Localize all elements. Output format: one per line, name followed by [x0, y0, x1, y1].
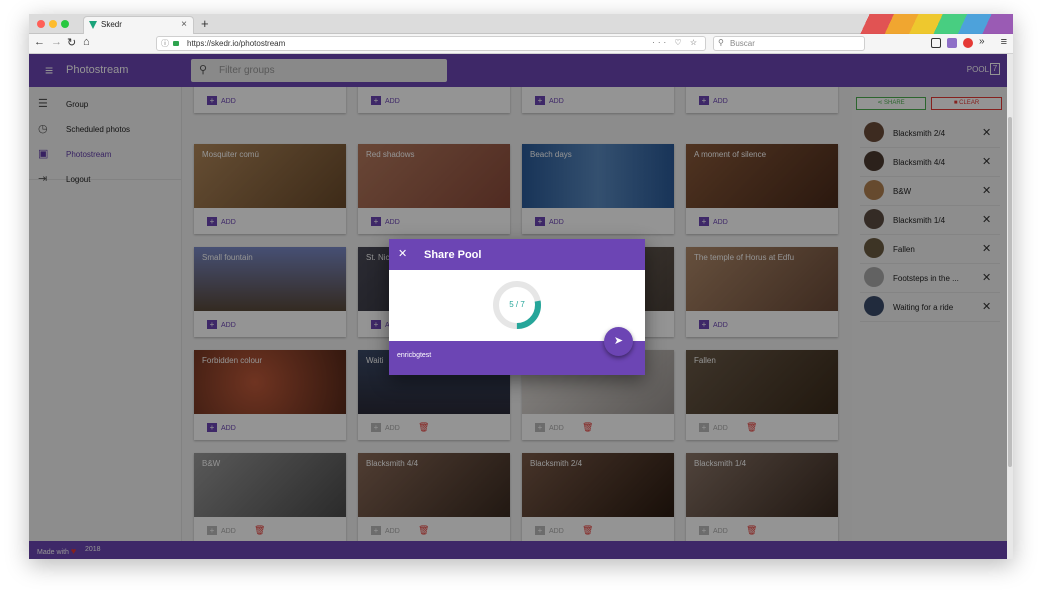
search-icon: ⚲ [718, 38, 724, 47]
extension-icon[interactable] [931, 38, 941, 48]
send-icon: ➤ [613, 335, 624, 347]
scrollbar-thumb[interactable] [1008, 117, 1012, 467]
browser-window: Skedr × + ← → ↻ ⌂ ⓘ https://skedr.io/pho… [29, 14, 1013, 559]
page-scrollbar[interactable] [1007, 54, 1013, 559]
username: enricbgtest [397, 352, 432, 359]
browser-toolbar: ← → ↻ ⌂ ⓘ https://skedr.io/photostream ·… [29, 34, 1013, 54]
page-actions-icon[interactable]: ··· ♡ ☆ [652, 38, 700, 47]
send-button[interactable]: ➤ [604, 327, 633, 356]
adblock-icon[interactable] [963, 38, 973, 48]
maximize-window-button[interactable] [61, 20, 69, 28]
new-tab-button[interactable]: + [201, 16, 209, 31]
addon-icon[interactable] [947, 38, 957, 48]
home-icon[interactable]: ⌂ [83, 36, 90, 48]
address-bar[interactable]: ⓘ https://skedr.io/photostream ··· ♡ ☆ [156, 36, 706, 51]
skedr-favicon-icon [89, 21, 97, 29]
close-window-button[interactable] [37, 20, 45, 28]
dialog-body: 5 / 7 [389, 270, 645, 341]
lock-icon [173, 41, 179, 46]
tab-bar: Skedr × + [29, 14, 1013, 64]
browser-tab[interactable]: Skedr × [83, 16, 194, 34]
forward-arrow-icon[interactable]: → [51, 36, 62, 48]
info-icon[interactable]: ⓘ [161, 38, 169, 49]
share-pool-dialog: ✕ Share Pool 5 / 7 enricbgtest ➤ [389, 239, 645, 375]
tab-title: Skedr [101, 20, 122, 29]
browser-search-field[interactable]: ⚲ Buscar [713, 36, 865, 51]
browser-menu-icon[interactable]: ≡ [1001, 36, 1007, 48]
back-arrow-icon[interactable]: ← [34, 36, 45, 48]
overflow-chevron-icon[interactable]: » [979, 36, 985, 47]
dialog-header: ✕ Share Pool [389, 239, 645, 270]
reload-icon[interactable]: ↻ [67, 36, 76, 49]
dialog-footer: enricbgtest ➤ [389, 327, 645, 375]
skedr-app: ≡ Photostream ⚲ Filter groups POOL 7 ☰ G… [29, 54, 1013, 559]
search-placeholder: Buscar [730, 39, 755, 48]
minimize-window-button[interactable] [49, 20, 57, 28]
url-text: https://skedr.io/photostream [187, 39, 286, 48]
dialog-title: Share Pool [424, 249, 482, 261]
tab-close-icon[interactable]: × [181, 19, 187, 30]
close-icon[interactable]: ✕ [398, 247, 407, 260]
progress-text: 5 / 7 [509, 300, 525, 309]
